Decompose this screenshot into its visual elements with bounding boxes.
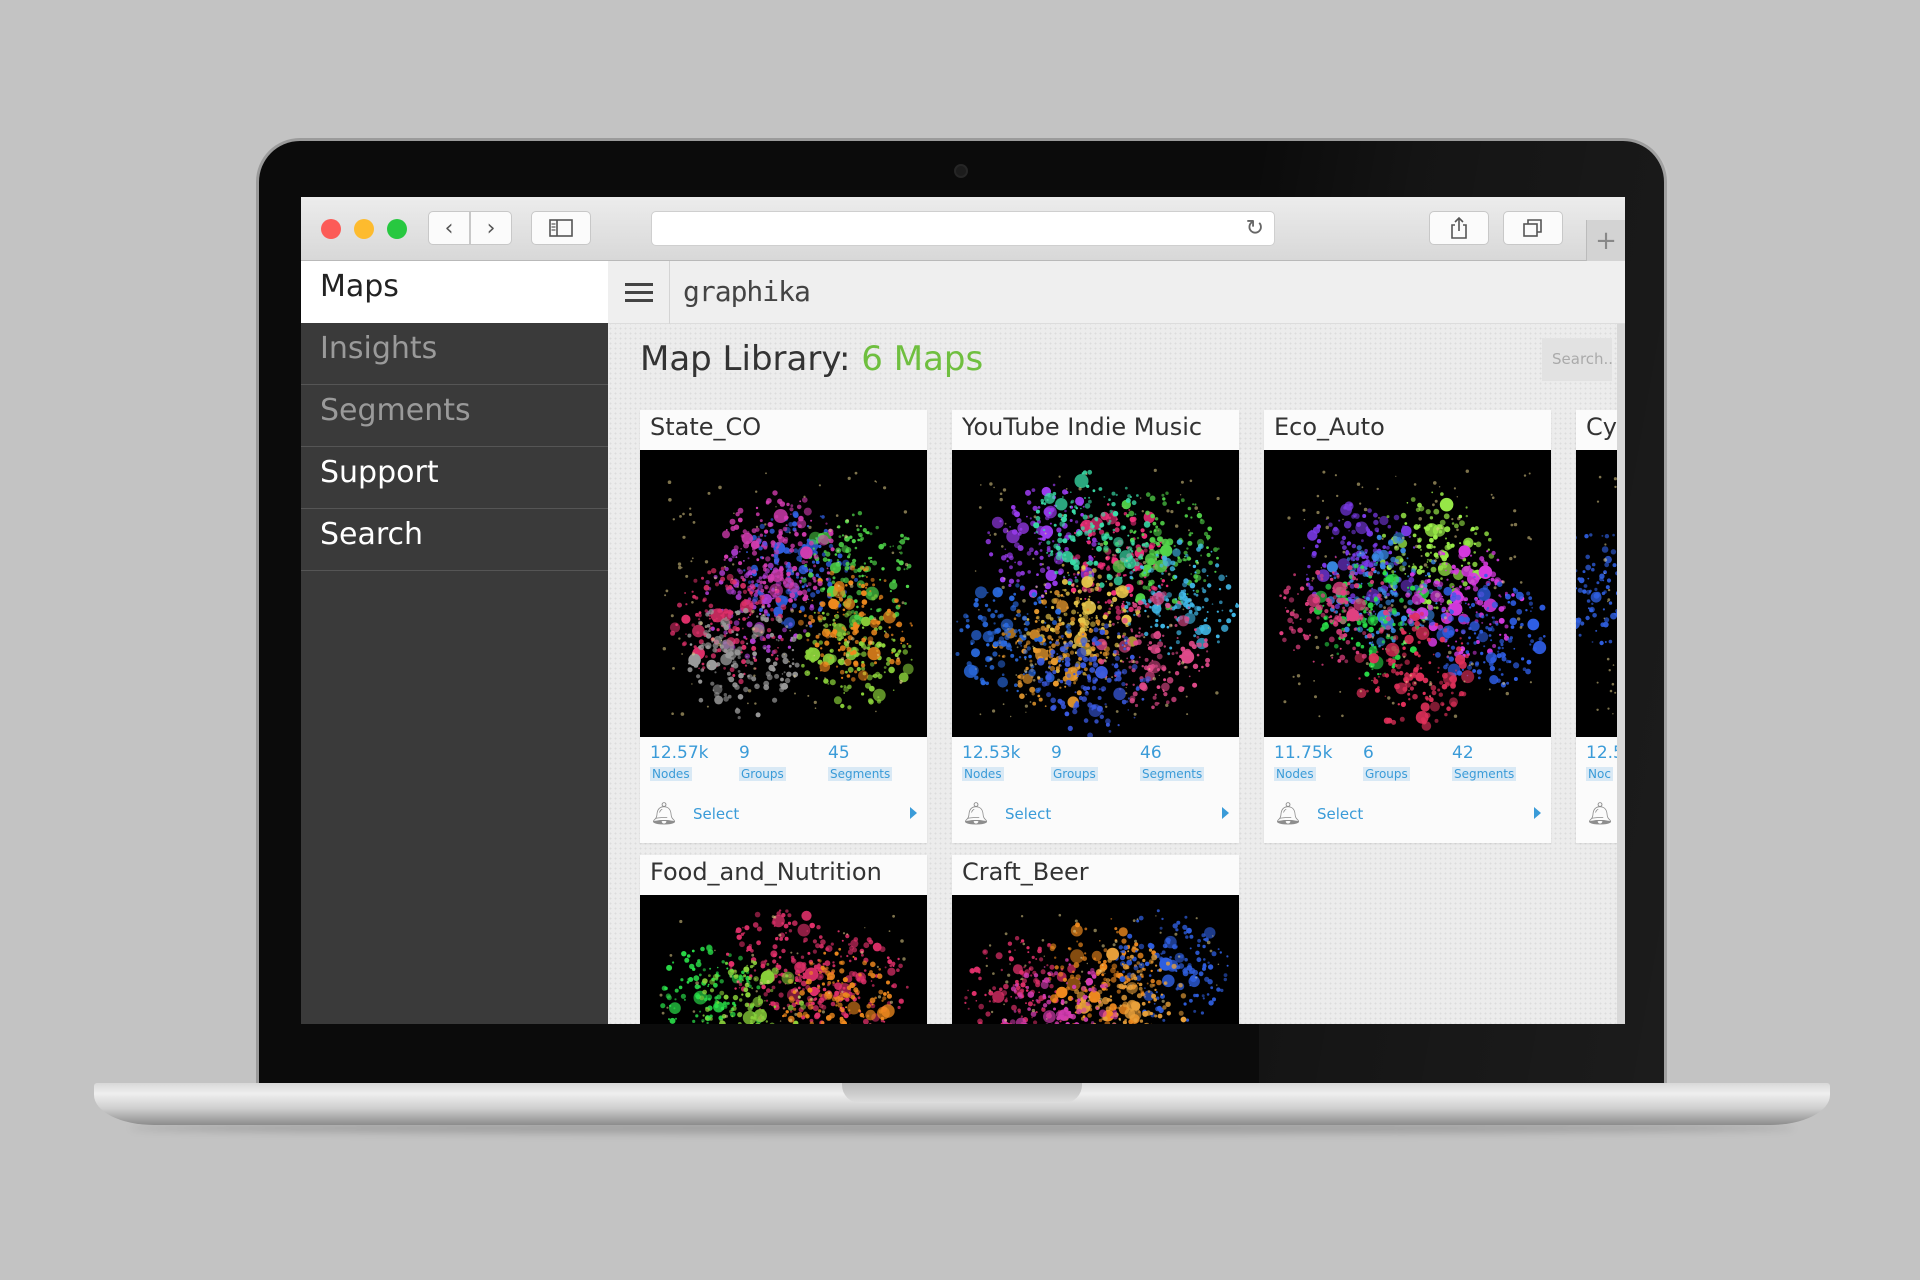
groups-label: Groups bbox=[1363, 767, 1410, 781]
nodes-count: 12.57k bbox=[650, 743, 709, 763]
nodes-label: Noc bbox=[1586, 767, 1613, 781]
page-title: Map Library: 6 Maps bbox=[640, 339, 983, 379]
network-map-thumbnail[interactable] bbox=[640, 450, 927, 737]
segments-count: 46 bbox=[1140, 743, 1162, 763]
address-bar[interactable]: ↻ bbox=[651, 211, 1275, 246]
show-tabs-button[interactable] bbox=[1503, 211, 1563, 245]
map-card-footer: 🔔︎ Select bbox=[1264, 802, 1551, 843]
zoom-window-button[interactable] bbox=[387, 219, 407, 239]
close-window-button[interactable] bbox=[321, 219, 341, 239]
arrow-right-icon[interactable] bbox=[1222, 807, 1229, 819]
map-card-title: Craft_Beer bbox=[962, 858, 1089, 886]
segments-count: 45 bbox=[828, 743, 850, 763]
page-title-prefix: Map Library: bbox=[640, 339, 851, 379]
nodes-count: 12.53k bbox=[962, 743, 1021, 763]
sidebar-nav: Maps Insights Segments Support Search bbox=[301, 261, 608, 1024]
share-button[interactable] bbox=[1429, 211, 1489, 245]
browser-toolbar: ‹ › ↻ + bbox=[301, 197, 1625, 261]
segments-label: Segments bbox=[828, 767, 893, 781]
groups-label: Groups bbox=[739, 767, 786, 781]
network-map-thumbnail[interactable] bbox=[1264, 450, 1551, 737]
map-card-title: YouTube Indie Music bbox=[962, 413, 1203, 441]
map-card-footer: 🔔︎ Select bbox=[640, 802, 927, 843]
tabs-overview-icon bbox=[1523, 219, 1542, 237]
map-card[interactable]: Craft_Beer bbox=[952, 855, 1239, 1024]
segments-label: Segments bbox=[1140, 767, 1205, 781]
network-map-thumbnail[interactable] bbox=[640, 895, 927, 1024]
map-stats: 11.75k Nodes 6 Groups 42 Segments bbox=[1274, 743, 1544, 783]
laptop-notch bbox=[842, 1083, 1082, 1103]
back-button[interactable]: ‹ bbox=[428, 211, 470, 245]
sidebar-icon bbox=[549, 219, 573, 237]
sidebar-item-segments[interactable]: Segments bbox=[301, 385, 608, 447]
arrow-right-icon[interactable] bbox=[1534, 807, 1541, 819]
new-tab-button[interactable]: + bbox=[1586, 220, 1625, 261]
map-stats: 12.53k Nodes 9 Groups 46 Segments bbox=[962, 743, 1232, 783]
select-link[interactable]: Select bbox=[1317, 805, 1363, 823]
map-card-footer: 🔔︎ Select bbox=[952, 802, 1239, 843]
map-count: 6 Maps bbox=[861, 339, 984, 379]
groups-label: Groups bbox=[1051, 767, 1098, 781]
sidebar-item-insights[interactable]: Insights bbox=[301, 323, 608, 385]
map-card-title: Food_and_Nutrition bbox=[650, 858, 882, 886]
select-link[interactable]: Select bbox=[693, 805, 739, 823]
hamburger-menu-icon[interactable] bbox=[608, 261, 670, 324]
map-card-title: State_CO bbox=[650, 413, 762, 441]
plus-icon: + bbox=[1595, 225, 1617, 256]
chevron-right-icon: › bbox=[486, 215, 496, 241]
segments-count: 42 bbox=[1452, 743, 1474, 763]
main-content: graphika Map Library: 6 Maps Search... S… bbox=[608, 261, 1625, 1024]
map-card[interactable]: Eco_Auto 11.75k Nodes 6 Groups 42 Segments … bbox=[1264, 410, 1551, 843]
nodes-count: 11.75k bbox=[1274, 743, 1333, 763]
scrollbar[interactable] bbox=[1617, 324, 1625, 1024]
sidebar-item-search[interactable]: Search bbox=[301, 509, 608, 571]
map-card[interactable]: Food_and_Nutrition bbox=[640, 855, 927, 1024]
groups-count: 6 bbox=[1363, 743, 1374, 763]
network-map-thumbnail[interactable] bbox=[952, 895, 1239, 1024]
screen: ‹ › ↻ + Maps Insights Segments Support S… bbox=[301, 197, 1625, 1024]
sidebar-item-maps[interactable]: Maps bbox=[301, 261, 608, 323]
groups-count: 9 bbox=[739, 743, 750, 763]
nodes-label: Nodes bbox=[650, 767, 692, 781]
sidebar-toggle-button[interactable] bbox=[531, 211, 591, 245]
network-map-thumbnail[interactable] bbox=[952, 450, 1239, 737]
chevron-left-icon: ‹ bbox=[444, 215, 454, 241]
share-icon bbox=[1451, 216, 1467, 239]
map-card[interactable]: YouTube Indie Music 12.53k Nodes 9 Groups … bbox=[952, 410, 1239, 843]
camera-icon bbox=[954, 164, 968, 178]
select-link[interactable]: Select bbox=[1005, 805, 1051, 823]
map-stats: 12.57k Nodes 9 Groups 45 Segments bbox=[650, 743, 920, 783]
app-header: graphika bbox=[608, 261, 1625, 324]
map-card[interactable]: State_CO 12.57k Nodes 9 Groups 45 Segments … bbox=[640, 410, 927, 843]
sidebar-item-support[interactable]: Support bbox=[301, 447, 608, 509]
groups-count: 9 bbox=[1051, 743, 1062, 763]
arrow-right-icon[interactable] bbox=[910, 807, 917, 819]
segments-label: Segments bbox=[1452, 767, 1517, 781]
minimize-window-button[interactable] bbox=[354, 219, 374, 239]
bell-icon[interactable]: 🔔︎ bbox=[962, 802, 990, 827]
bell-icon[interactable]: 🔔︎ bbox=[1586, 802, 1614, 827]
map-card-title: Eco_Auto bbox=[1274, 413, 1385, 441]
search-input[interactable]: Search... bbox=[1542, 338, 1612, 381]
bell-icon[interactable]: 🔔︎ bbox=[650, 802, 678, 827]
reload-icon[interactable]: ↻ bbox=[1246, 216, 1264, 241]
bell-icon[interactable]: 🔔︎ bbox=[1274, 802, 1302, 827]
nodes-label: Nodes bbox=[962, 767, 1004, 781]
graphika-logo[interactable]: graphika bbox=[683, 275, 811, 308]
forward-button[interactable]: › bbox=[470, 211, 512, 245]
nodes-label: Nodes bbox=[1274, 767, 1316, 781]
